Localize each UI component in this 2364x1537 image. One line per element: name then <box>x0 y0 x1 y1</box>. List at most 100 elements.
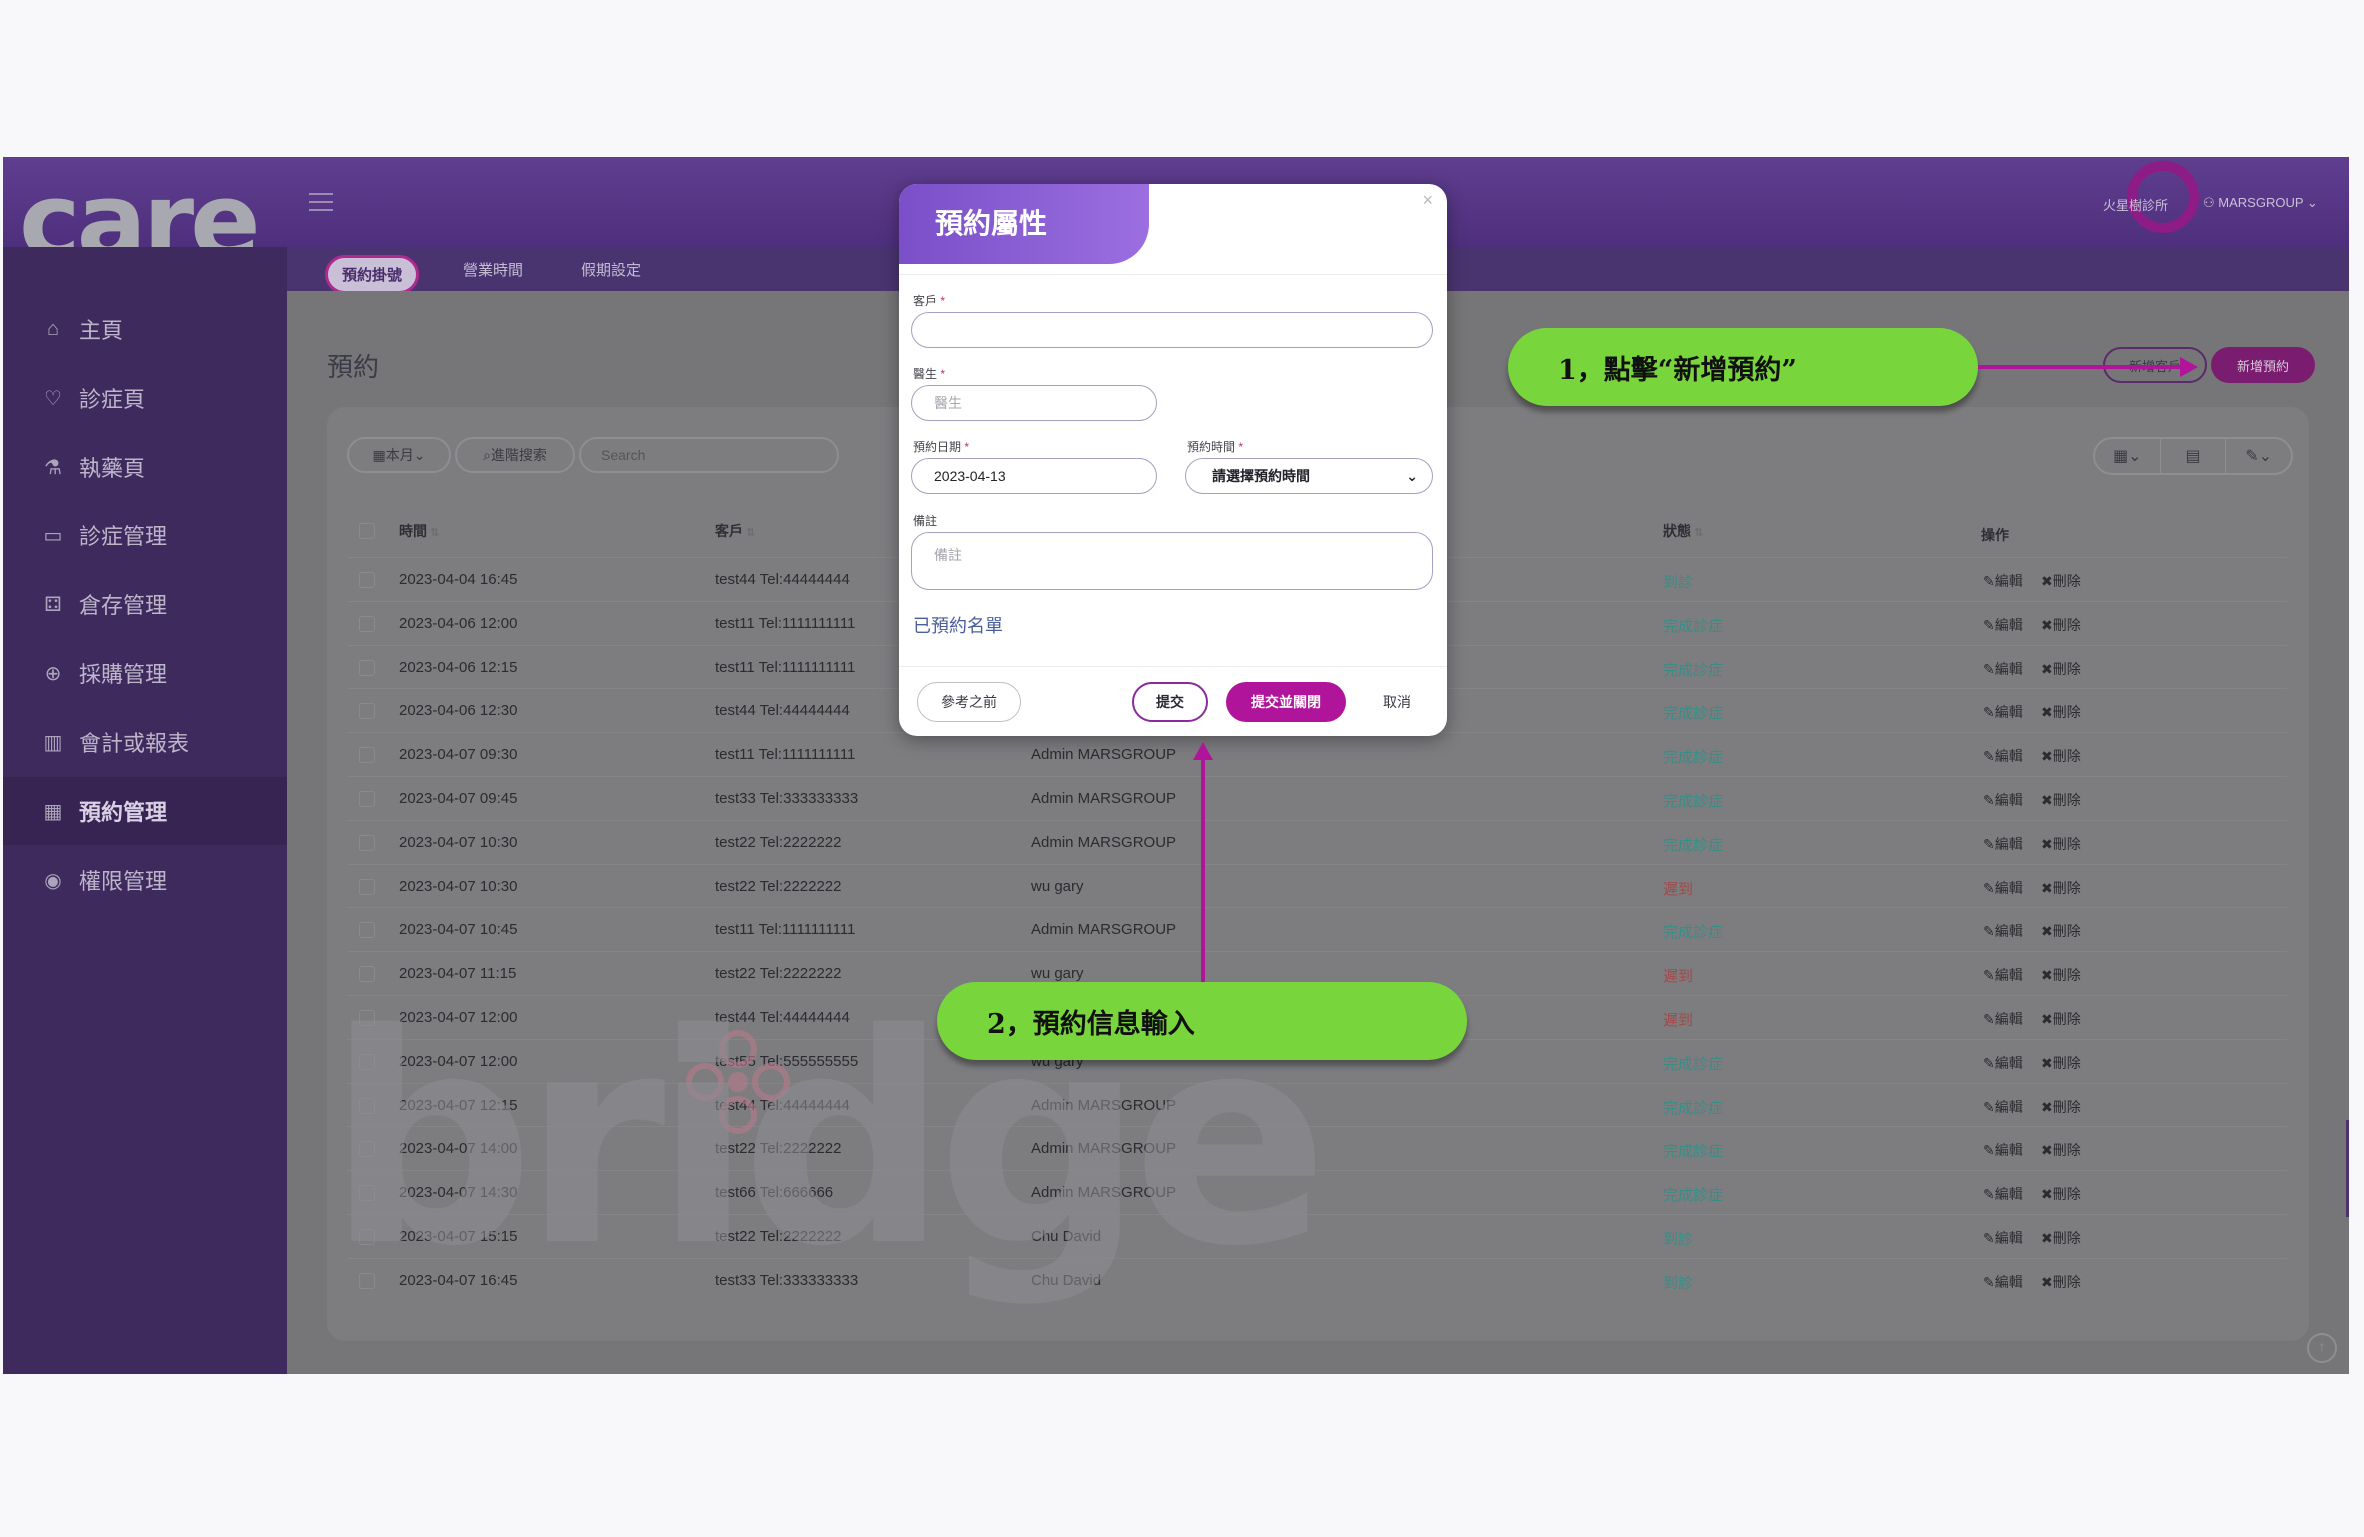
delete-link[interactable]: ✖刪除 <box>2041 1140 2081 1160</box>
column-header-time[interactable]: 時間 ⇅ <box>399 521 439 541</box>
time-select[interactable]: 請選擇預約時間 ⌄ <box>1185 458 1433 494</box>
chevron-down-icon: ⌄ <box>413 446 426 463</box>
edit-link[interactable]: ✎編輯 <box>1983 1009 2023 1029</box>
delete-link[interactable]: ✖刪除 <box>2041 746 2081 766</box>
customer-field[interactable] <box>911 312 1433 348</box>
submit-and-close-button[interactable]: 提交並關閉 <box>1226 682 1346 722</box>
sidebar-item-purchasing[interactable]: ⊕ 採購管理 <box>3 639 287 707</box>
card-icon: ▭ <box>43 524 63 547</box>
notes-textarea[interactable]: 備註 <box>911 532 1433 590</box>
select-all-checkbox[interactable] <box>359 523 375 539</box>
delete-link[interactable]: ✖刪除 <box>2041 1009 2081 1029</box>
sidebar-item-appointments[interactable]: ▦ 預約管理 <box>3 777 287 845</box>
columns-grid-icon[interactable]: ▦⌄ <box>2095 439 2161 473</box>
edit-link[interactable]: ✎編輯 <box>1983 921 2023 941</box>
edit-link[interactable]: ✎編輯 <box>1983 571 2023 591</box>
edit-link[interactable]: ✎編輯 <box>1983 615 2023 635</box>
delete-link[interactable]: ✖刪除 <box>2041 615 2081 635</box>
sidebar-item-label: 主頁 <box>79 318 124 343</box>
edit-link[interactable]: ✎編輯 <box>1983 1053 2023 1073</box>
delete-icon: ✖ <box>2041 1054 2053 1071</box>
edit-link[interactable]: ✎編輯 <box>1983 790 2023 810</box>
reference-previous-button[interactable]: 參考之前 <box>917 682 1021 722</box>
cancel-button[interactable]: 取消 <box>1367 682 1427 722</box>
cell-status: 遲到 <box>1663 968 1694 986</box>
cell-customer: test44 Tel:44444444 <box>715 571 850 588</box>
row-checkbox[interactable] <box>359 834 375 851</box>
edit-icon: ✎ <box>1983 616 1995 633</box>
edit-link[interactable]: ✎編輯 <box>1983 702 2023 722</box>
delete-link[interactable]: ✖刪除 <box>2041 702 2081 722</box>
export-icon[interactable]: ▤ <box>2161 439 2227 473</box>
column-header-status[interactable]: 狀態 ⇅ <box>1663 521 1703 541</box>
sort-icon: ⇅ <box>743 527 756 539</box>
edit-link[interactable]: ✎編輯 <box>1983 1272 2023 1292</box>
sidebar-item-dispensing[interactable]: ⚗ 執藥頁 <box>3 433 287 501</box>
user-name: MARSGROUP <box>2218 195 2304 210</box>
menu-toggle-icon[interactable] <box>309 193 333 211</box>
edit-link[interactable]: ✎編輯 <box>1983 1097 2023 1117</box>
row-checkbox[interactable] <box>359 703 375 720</box>
tab-holiday-settings[interactable]: 假期設定 <box>581 259 641 280</box>
booked-list-link[interactable]: 已預約名單 <box>913 612 1003 638</box>
row-checkbox[interactable] <box>359 747 375 764</box>
scroll-to-top-icon[interactable]: ↑ <box>2307 1333 2337 1363</box>
edit-link[interactable]: ✎編輯 <box>1983 1140 2023 1160</box>
delete-link[interactable]: ✖刪除 <box>2041 1053 2081 1073</box>
edit-link[interactable]: ✎編輯 <box>1983 1184 2023 1204</box>
delete-link[interactable]: ✖刪除 <box>2041 1228 2081 1248</box>
row-checkbox[interactable] <box>359 659 375 676</box>
cell-customer: test22 Tel:2222222 <box>715 833 842 851</box>
row-checkbox[interactable] <box>359 791 375 807</box>
sidebar-item-diagnosis-management[interactable]: ▭ 診症管理 <box>3 501 287 569</box>
close-icon[interactable]: × <box>1422 190 1433 211</box>
tab-appointment-registration[interactable]: 預約掛號 <box>325 255 420 294</box>
row-checkbox[interactable] <box>359 572 375 588</box>
cell-time: 2023-04-07 09:30 <box>399 746 518 764</box>
delete-link[interactable]: ✖刪除 <box>2041 571 2081 591</box>
sidebar-item-home[interactable]: ⌂ 主頁 <box>3 295 287 363</box>
search-input[interactable]: Search <box>579 437 839 473</box>
date-label: 預約日期 * <box>913 440 970 454</box>
delete-link[interactable]: ✖刪除 <box>2041 965 2081 985</box>
delete-icon: ✖ <box>2041 1186 2053 1203</box>
column-header-customer[interactable]: 客戶 ⇅ <box>715 521 755 541</box>
edit-link[interactable]: ✎編輯 <box>1983 746 2023 766</box>
column-header-actions: 操作 <box>1981 527 2009 543</box>
sidebar-item-label: 權限管理 <box>79 869 168 894</box>
new-appointment-button[interactable]: 新增預約 <box>2211 347 2315 383</box>
edit-link[interactable]: ✎編輯 <box>1983 878 2023 898</box>
row-checkbox[interactable] <box>359 878 375 895</box>
edit-link[interactable]: ✎編輯 <box>1983 965 2023 985</box>
cell-status: 完成診症 <box>1663 924 1724 942</box>
badge-icon: ◉ <box>44 869 62 892</box>
row-checkbox[interactable] <box>359 615 375 632</box>
date-field[interactable]: 2023-04-13 <box>911 458 1157 494</box>
delete-link[interactable]: ✖刪除 <box>2041 790 2081 810</box>
edit-link[interactable]: ✎編輯 <box>1983 1228 2023 1248</box>
delete-link[interactable]: ✖刪除 <box>2041 878 2081 898</box>
sidebar-item-diagnosis[interactable]: ♡ 診症頁 <box>3 364 287 432</box>
month-filter-button[interactable]: ▦ 本月 ⌄ <box>347 437 451 473</box>
edit-link[interactable]: ✎編輯 <box>1983 659 2023 679</box>
cell-status: 到診 <box>1663 1274 1694 1292</box>
tab-business-hours[interactable]: 營業時間 <box>463 259 523 280</box>
row-checkbox[interactable] <box>359 922 375 939</box>
edit-link[interactable]: ✎編輯 <box>1983 834 2023 854</box>
advanced-search-button[interactable]: ⌕ 進階搜索 <box>455 437 575 473</box>
user-menu[interactable]: ⚇ MARSGROUP ⌄ <box>2203 195 2318 211</box>
sidebar-item-permissions[interactable]: ◉ 權限管理 <box>3 846 287 914</box>
delete-link[interactable]: ✖刪除 <box>2041 1097 2081 1117</box>
doctor-field[interactable]: 醫生 <box>911 385 1157 421</box>
delete-icon: ✖ <box>2041 923 2053 940</box>
edit-tools-icon[interactable]: ✎⌄ <box>2226 439 2291 473</box>
submit-button[interactable]: 提交 <box>1132 682 1208 722</box>
bar-chart-icon: ▥ <box>43 731 63 754</box>
delete-link[interactable]: ✖刪除 <box>2041 834 2081 854</box>
delete-link[interactable]: ✖刪除 <box>2041 921 2081 941</box>
sidebar-item-inventory[interactable]: ⚃ 倉存管理 <box>3 570 287 638</box>
sidebar-item-accounting[interactable]: ▥ 會計或報表 <box>3 708 287 776</box>
delete-link[interactable]: ✖刪除 <box>2041 1184 2081 1204</box>
delete-link[interactable]: ✖刪除 <box>2041 1272 2081 1292</box>
delete-link[interactable]: ✖刪除 <box>2041 659 2081 679</box>
